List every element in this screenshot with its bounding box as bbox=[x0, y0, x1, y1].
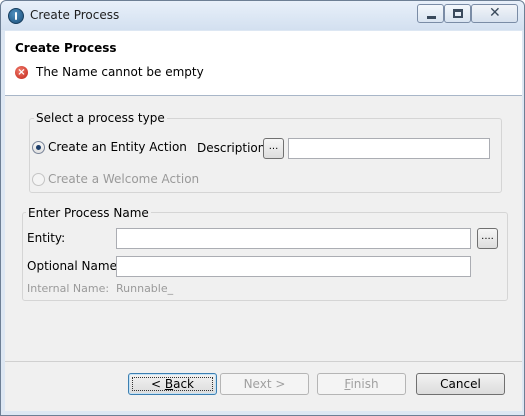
next-button[interactable]: Next > bbox=[220, 373, 309, 395]
entity-label: Entity: bbox=[27, 231, 66, 245]
error-icon: × bbox=[15, 66, 28, 79]
create-process-dialog: Create Process ✕ Create Process × The Na… bbox=[0, 0, 525, 416]
description-label: Description bbox=[197, 141, 266, 155]
process-type-legend: Select a process type bbox=[34, 111, 167, 125]
close-button[interactable]: ✕ bbox=[471, 4, 518, 23]
internal-name-label: Internal Name: bbox=[27, 282, 110, 295]
maximize-icon bbox=[453, 9, 463, 18]
process-name-legend: Enter Process Name bbox=[26, 206, 151, 220]
maximize-button[interactable] bbox=[444, 4, 471, 23]
back-button[interactable]: < Back bbox=[128, 373, 217, 395]
optional-name-input[interactable] bbox=[116, 256, 471, 277]
error-message: The Name cannot be empty bbox=[36, 65, 204, 79]
welcome-action-label[interactable]: Create a Welcome Action bbox=[48, 172, 199, 186]
page-title: Create Process bbox=[15, 41, 117, 55]
optional-name-label: Optional Name: bbox=[27, 259, 121, 273]
minimize-button[interactable] bbox=[417, 4, 444, 23]
entity-input[interactable] bbox=[116, 228, 471, 249]
close-icon: ✕ bbox=[489, 5, 501, 21]
finish-button-rest: inish bbox=[350, 377, 379, 391]
finish-button[interactable]: Finish bbox=[317, 373, 406, 395]
wizard-header: Create Process × The Name cannot be empt… bbox=[5, 31, 522, 95]
description-browse-button[interactable]: ... bbox=[263, 138, 284, 159]
entity-browse-button[interactable]: .... bbox=[477, 228, 498, 249]
minimize-icon bbox=[427, 16, 436, 19]
entity-action-radio[interactable] bbox=[32, 141, 45, 154]
wizard-body: Select a process type Create an Entity A… bbox=[5, 96, 522, 361]
entity-action-label[interactable]: Create an Entity Action bbox=[48, 140, 187, 154]
window-title: Create Process bbox=[30, 8, 120, 22]
welcome-action-radio[interactable] bbox=[32, 173, 45, 186]
app-logo-icon bbox=[8, 8, 24, 24]
title-bar: Create Process ✕ bbox=[1, 1, 524, 30]
internal-name-value: Runnable_ bbox=[116, 282, 174, 295]
cancel-button[interactable]: Cancel bbox=[416, 373, 505, 395]
description-input[interactable] bbox=[288, 138, 490, 159]
focus-ring bbox=[132, 377, 213, 391]
